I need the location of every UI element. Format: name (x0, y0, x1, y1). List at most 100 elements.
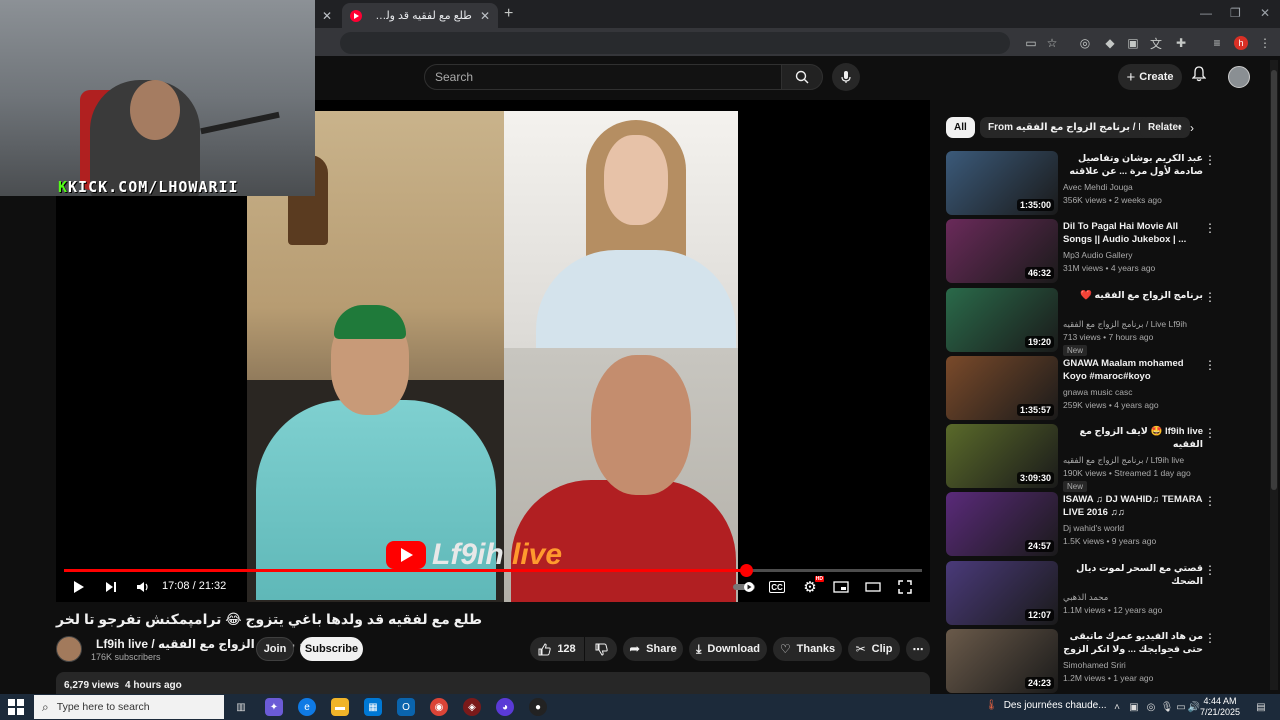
create-button[interactable]: + Create (1118, 64, 1182, 90)
page-scrollbar-thumb[interactable] (1271, 70, 1277, 490)
more-vertical-icon[interactable]: ⋮ (1204, 290, 1216, 304)
recommended-channel[interactable]: برنامج الزواج مع الفقيه / Lf9ih live (1063, 455, 1203, 466)
subtitles-button[interactable]: CC (769, 581, 785, 593)
windows-start-button[interactable] (8, 699, 24, 715)
copilot-icon[interactable]: ✦ (265, 698, 283, 716)
recommended-channel[interactable]: gnawa music casc (1063, 387, 1203, 397)
notifications-icon[interactable]: ▤ (1252, 698, 1270, 716)
obs-icon[interactable]: ● (529, 698, 547, 716)
recommended-video[interactable]: 46:32 Dil To Pagal Hai Movie All Songs ||… (946, 219, 1266, 283)
more-vertical-icon[interactable]: ⋮ (1204, 631, 1216, 645)
chip-all[interactable]: All (946, 117, 975, 138)
file-explorer-icon[interactable]: ▬ (331, 698, 349, 716)
settings-button[interactable]: ⚙ HD (800, 576, 824, 596)
extension-square-icon[interactable]: ▣ (1124, 34, 1142, 52)
recommended-channel[interactable]: Simohamed Sriri (1063, 660, 1203, 670)
recommended-title[interactable]: قصتي مع السحر لموت ديال الضحك (1063, 562, 1203, 588)
progress-scrubber-handle[interactable] (740, 564, 754, 577)
chevron-right-icon[interactable]: › (1190, 121, 1194, 135)
tray-app-icon[interactable]: ▣ (1125, 698, 1143, 716)
tab-close-icon[interactable]: ✕ (322, 9, 332, 23)
recommended-title[interactable]: lf9ih live 🤩 لايف الزواج مع الفقيه (1063, 425, 1203, 451)
cast-icon[interactable]: ▭ (1022, 34, 1040, 52)
more-actions-button[interactable]: ⋯ (906, 637, 930, 661)
video-thumbnail[interactable]: 12:07 (946, 561, 1058, 625)
search-input[interactable]: Search (424, 64, 782, 90)
share-button[interactable]: ➦ Share (623, 637, 683, 661)
bookmark-star-icon[interactable]: ☆ (1043, 34, 1061, 52)
app-icon[interactable]: ◈ (463, 698, 481, 716)
recommended-video[interactable]: 3:09:30 lf9ih live 🤩 لايف الزواج مع الفقي… (946, 424, 1266, 492)
recommended-channel[interactable]: Mp3 Audio Gallery (1063, 250, 1203, 260)
theater-mode-button[interactable] (864, 578, 882, 596)
recommended-video[interactable]: 24:57 ISAWA ♫ DJ WAHID♫ TEMARA LIVE 2016 … (946, 492, 1266, 556)
tray-chevron-up-icon[interactable]: ˄ (1108, 698, 1126, 716)
extension-red-icon[interactable]: ◆ (1101, 34, 1119, 52)
outlook-icon[interactable]: O (397, 698, 415, 716)
recommended-channel[interactable]: Dj wahid's world (1063, 523, 1203, 533)
taskbar-search-input[interactable]: ⌕ Type here to search (34, 695, 224, 719)
news-widget[interactable]: 🌡 Des journées chaude... (985, 700, 1107, 711)
clip-button[interactable]: ✂ Clip (848, 637, 900, 661)
subscribe-button[interactable]: Subscribe (300, 637, 363, 661)
recommended-video[interactable]: 1:35:57 GNAWA Maalam mohamed Koyo #maroc#… (946, 356, 1266, 420)
microsoft-store-icon[interactable]: ▦ (364, 698, 382, 716)
video-thumbnail[interactable]: 19:20 (946, 288, 1058, 352)
download-button[interactable]: ⤓ Download (689, 637, 767, 661)
more-vertical-icon[interactable]: ⋮ (1204, 358, 1216, 372)
extension-glasses-icon[interactable]: ◎ (1076, 34, 1094, 52)
taskbar-clock[interactable]: 4:44 AM 7/21/2025 (1196, 696, 1244, 718)
new-tab-button[interactable]: + (504, 5, 513, 23)
address-bar[interactable] (340, 32, 1010, 54)
recommended-title[interactable]: برنامج الزواج مع الفقيه ❤️ (1063, 289, 1203, 302)
play-button[interactable] (70, 578, 88, 596)
task-view-icon[interactable]: ▥ (232, 698, 250, 716)
discord-icon[interactable]: ◕ (496, 698, 514, 716)
video-thumbnail[interactable]: 24:23 (946, 629, 1058, 693)
search-button[interactable] (781, 64, 823, 90)
thanks-button[interactable]: ♡ Thanks (773, 637, 842, 661)
browser-tab-active[interactable]: طلع مع لفقيه قد ولدها باغي يتز... ✕ (342, 3, 498, 28)
reading-list-icon[interactable]: ≡ (1208, 34, 1226, 52)
join-button[interactable]: Join (256, 637, 294, 661)
fullscreen-button[interactable] (896, 578, 914, 596)
restore-button[interactable]: ❐ (1230, 6, 1241, 20)
like-button[interactable]: 128 (530, 637, 584, 661)
more-vertical-icon[interactable]: ⋮ (1204, 221, 1216, 235)
chrome-icon[interactable]: ◉ (430, 698, 448, 716)
recommended-channel[interactable]: برنامج الزواج مع الفقيه / Live Lf9ih (1063, 319, 1203, 330)
extensions-puzzle-icon[interactable]: ✚ (1172, 34, 1190, 52)
recommended-video[interactable]: 1:35:00 عبد الكريم بوشان وتفاصيل صادمة لأ… (946, 151, 1266, 215)
recommended-channel[interactable]: Avec Mehdi Jouga (1063, 182, 1203, 192)
recommended-video[interactable]: 19:20 برنامج الزواج مع الفقيه ❤️ برنامج ال… (946, 288, 1266, 356)
more-vertical-icon[interactable]: ⋮ (1204, 153, 1216, 167)
recommended-title[interactable]: من هاد الفيديو عمرك ماتبقى حتى فحوايجك .… (1063, 630, 1203, 658)
recommended-video[interactable]: 12:07 قصتي مع السحر لموت ديال الضحك محمد ا… (946, 561, 1266, 625)
volume-button[interactable] (134, 578, 152, 596)
channel-avatar[interactable] (56, 636, 82, 662)
close-window-button[interactable]: ✕ (1260, 6, 1270, 20)
tab-close-icon[interactable]: ✕ (480, 9, 490, 23)
description-box[interactable]: 6,279 views 4 hours ago (56, 672, 930, 694)
more-vertical-icon[interactable]: ⋮ (1204, 494, 1216, 508)
recommended-title[interactable]: ISAWA ♫ DJ WAHID♫ TEMARA LIVE 2016 ♫♫ (1063, 493, 1203, 519)
account-avatar[interactable] (1228, 66, 1250, 88)
video-thumbnail[interactable]: 46:32 (946, 219, 1058, 283)
next-video-button[interactable] (102, 578, 120, 596)
more-vertical-icon[interactable]: ⋮ (1204, 426, 1216, 440)
chip-related[interactable]: Related (1140, 117, 1180, 138)
notifications-bell-icon[interactable] (1191, 66, 1207, 86)
video-thumbnail[interactable]: 24:57 (946, 492, 1058, 556)
recommended-title[interactable]: Dil To Pagal Hai Movie All Songs || Audi… (1063, 220, 1203, 246)
profile-avatar-icon[interactable]: h (1234, 36, 1248, 50)
chrome-menu-icon[interactable]: ⋮ (1256, 34, 1274, 52)
miniplayer-button[interactable] (832, 578, 850, 596)
more-vertical-icon[interactable]: ⋮ (1204, 563, 1216, 577)
recommended-channel[interactable]: محمد الذهبي (1063, 592, 1203, 603)
recommended-video[interactable]: 24:23 من هاد الفيديو عمرك ماتبقى حتى فحوا… (946, 629, 1266, 693)
video-thumbnail[interactable]: 1:35:00 (946, 151, 1058, 215)
voice-search-button[interactable] (832, 63, 860, 91)
recommended-title[interactable]: GNAWA Maalam mohamed Koyo #maroc#koyo #i… (1063, 357, 1203, 385)
translate-icon[interactable]: 文 (1147, 34, 1165, 52)
video-thumbnail[interactable]: 3:09:30 (946, 424, 1058, 488)
